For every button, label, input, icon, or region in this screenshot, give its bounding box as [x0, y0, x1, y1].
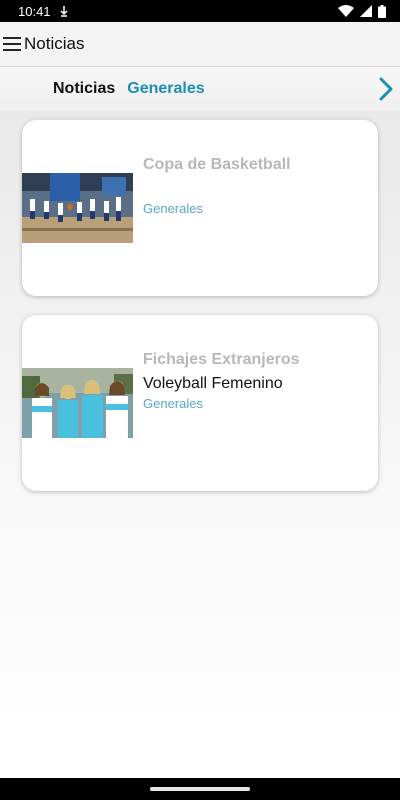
app-bar: Noticias: [0, 22, 400, 67]
status-bar: 10:41: [0, 0, 400, 22]
app-title: Noticias: [24, 34, 85, 53]
menu-icon[interactable]: [3, 34, 23, 54]
tab-noticias[interactable]: Noticias: [53, 80, 115, 98]
news-title: Copa de Basketball: [143, 156, 291, 173]
system-nav-bar: [0, 778, 400, 800]
status-time: 10:41: [18, 3, 51, 19]
cellular-icon: [360, 5, 372, 17]
category-tabs: Noticias Generales: [0, 67, 400, 111]
news-category: Generales: [143, 396, 203, 411]
home-indicator[interactable]: [150, 787, 250, 791]
news-category: Generales: [143, 201, 203, 216]
signal-arrow-icon: [60, 6, 68, 17]
news-card[interactable]: Copa de Basketball Generales: [22, 120, 378, 296]
basketball-photo: [22, 173, 133, 243]
tab-generales[interactable]: Generales: [127, 80, 204, 98]
news-subtitle: Voleyball Femenino: [143, 375, 283, 392]
news-list: Copa de Basketball Generales Fichajes Ex…: [0, 111, 400, 778]
news-title: Fichajes Extranjeros: [143, 351, 300, 368]
chevron-right-icon[interactable]: [377, 76, 395, 102]
wifi-icon: [338, 5, 354, 17]
battery-icon: [378, 4, 386, 18]
news-card[interactable]: Fichajes Extranjeros Voleyball Femenino …: [22, 315, 378, 491]
volleyball-team-photo: [22, 368, 133, 438]
